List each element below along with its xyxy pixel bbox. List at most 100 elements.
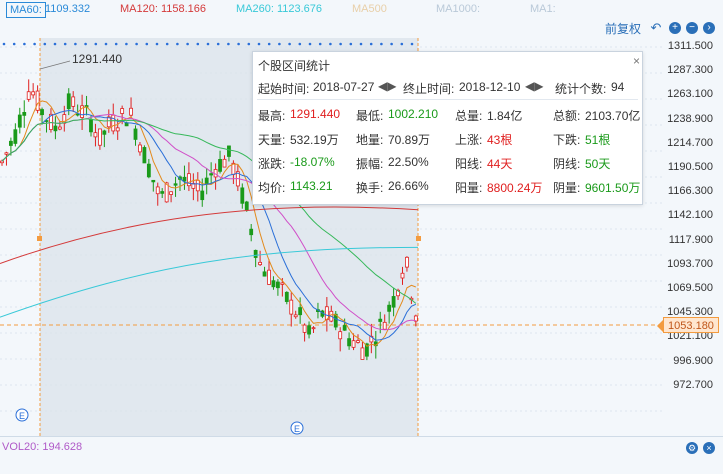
event-dot [410, 42, 414, 46]
event-dot [104, 42, 108, 46]
ma500-value: MA500 [352, 3, 387, 15]
candle-body [8, 140, 13, 146]
candle-body [351, 340, 356, 348]
candle-body [267, 269, 271, 285]
candle-body [22, 112, 27, 116]
candle-body [405, 256, 409, 268]
candle-body [244, 201, 249, 211]
candle-body [40, 109, 44, 116]
settings-icon[interactable]: ⚙ [686, 442, 698, 454]
candle-body [209, 173, 214, 176]
stat-value: 43根 [487, 133, 513, 147]
ma1-value: MA1: [530, 3, 556, 15]
candle-body [133, 128, 138, 140]
start-date-arrows-icon[interactable]: ◀▶ [378, 79, 396, 93]
ma60-label-box[interactable]: MA60: [6, 2, 46, 18]
ma1000-value: MA1000: [436, 3, 481, 15]
candle-body [338, 331, 343, 340]
close-icon[interactable]: × [633, 54, 640, 68]
stat-label: 最低: [356, 109, 384, 123]
next-icon[interactable]: › [703, 22, 715, 34]
stat-label: 总量: [455, 109, 483, 123]
price-axis-label: 1263.100 [667, 88, 713, 101]
price-axis-label: 1166.300 [667, 185, 713, 198]
stat-label: 地量: [356, 133, 384, 147]
candle-body [293, 314, 298, 318]
candle-body [146, 163, 151, 178]
undo-icon[interactable]: ↶ [650, 21, 662, 34]
stat-value: 1143.21 [290, 179, 333, 193]
stat-label: 阳量: [455, 181, 483, 195]
candle-body [75, 113, 80, 116]
start-date: 2018-07-27 [313, 80, 375, 94]
candle-body [356, 340, 360, 343]
event-e-letter: E [294, 424, 300, 434]
event-dot [216, 42, 220, 46]
stat-label: 涨跌: [258, 157, 286, 171]
event-dot [308, 42, 312, 46]
price-axis-label: 1287.300 [667, 64, 713, 77]
candle-body [89, 118, 93, 133]
event-dot [155, 42, 159, 46]
count-value: 94 [611, 80, 625, 94]
candle-body [57, 126, 62, 130]
price-axis-label: 1093.700 [667, 257, 713, 270]
candle-body [142, 147, 147, 164]
stat-label: 上涨: [455, 133, 483, 147]
candle-body [35, 90, 40, 111]
stat-value: 51根 [585, 133, 611, 147]
current-price-tag: 1053.180 [657, 317, 719, 333]
stat-value: 532.19万 [290, 133, 339, 147]
candle-body [342, 325, 347, 331]
event-dot [247, 42, 251, 46]
end-date-arrows-icon[interactable]: ◀▶ [525, 79, 543, 93]
candle-body [289, 299, 294, 315]
candle-body [138, 144, 142, 153]
candle-body [115, 127, 120, 132]
event-dot [43, 42, 47, 46]
candle-body [66, 93, 71, 110]
candle-body [98, 128, 102, 146]
event-dot [186, 42, 189, 46]
ma120-value: MA120: 1158.166 [120, 3, 207, 15]
event-dot [380, 42, 383, 46]
candle-body [311, 327, 316, 330]
event-dot [359, 42, 363, 46]
restore-adjust-button[interactable]: 前复权 [605, 20, 641, 37]
candle-body [275, 281, 280, 289]
event-dot [23, 42, 26, 46]
stat-value: 8800.24万 [487, 181, 543, 195]
price-axis: 1311.500 1287.300 1263.100 1238.900 1214.700… [663, 38, 723, 436]
stat-label: 总额: [553, 109, 581, 123]
price-axis-label: 1069.500 [667, 282, 713, 294]
candle-body [200, 190, 205, 201]
kline-chart-window: MA60: 1109.332 MA120: 1158.166 MA260: 11… [0, 0, 723, 474]
count-label: 统计个数: [555, 82, 607, 96]
close-panel-icon[interactable]: × [703, 442, 715, 454]
event-dot [390, 42, 393, 46]
event-dot [63, 42, 67, 46]
ma60-label: MA60: [10, 4, 42, 16]
event-dot [84, 42, 87, 46]
candle-body [227, 145, 231, 157]
stat-value: 70.89万 [388, 133, 431, 147]
zoom-out-icon[interactable]: − [686, 22, 698, 34]
stat-label: 换手: [356, 181, 384, 195]
event-dot [369, 42, 373, 46]
stat-value: -18.07% [290, 155, 335, 169]
candle-body [182, 176, 187, 182]
candle-body [71, 96, 76, 107]
event-dot [227, 42, 230, 46]
stat-label: 阳线: [455, 157, 483, 171]
candle-body [31, 91, 36, 96]
candle-body [173, 183, 178, 186]
zoom-in-icon[interactable]: + [669, 22, 681, 34]
price-axis-label: 1214.700 [667, 136, 713, 149]
candle-body [298, 307, 303, 316]
candle-body [262, 271, 267, 277]
start-label: 起始时间: [258, 82, 310, 96]
candle-body [195, 179, 200, 192]
event-dot [339, 42, 342, 46]
event-dot [135, 42, 138, 46]
stat-value: 1.84亿 [487, 109, 523, 123]
